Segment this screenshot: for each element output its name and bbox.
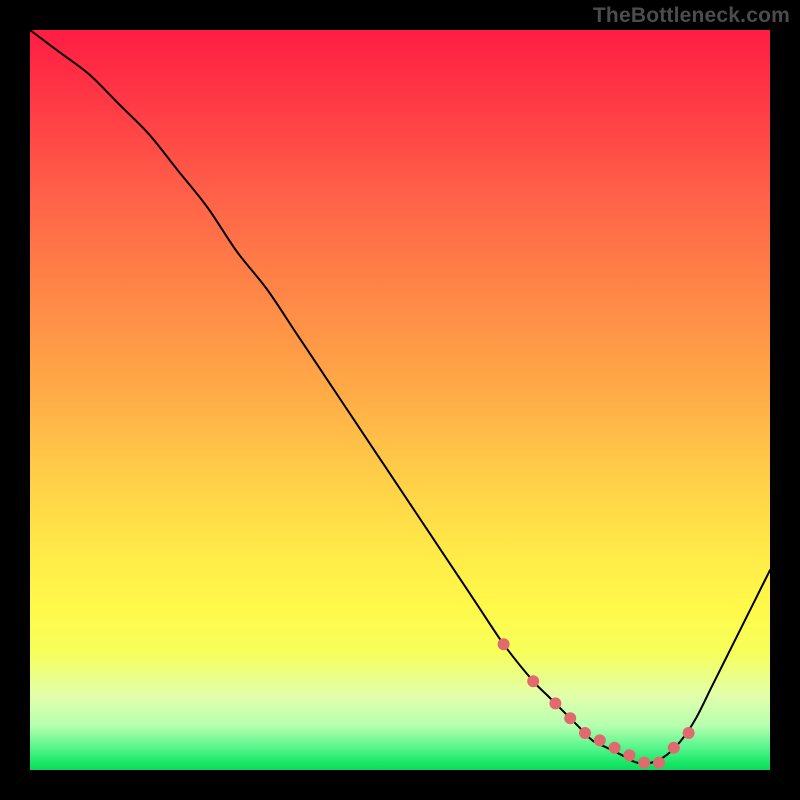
bottleneck-curve (30, 30, 770, 764)
marker-dot (564, 712, 576, 724)
plot-area (30, 30, 770, 770)
marker-dot (527, 675, 539, 687)
marker-dot (668, 742, 680, 754)
marker-dot (683, 727, 695, 739)
marker-dot (549, 697, 561, 709)
marker-dot (498, 638, 510, 650)
marker-dot (609, 742, 621, 754)
marker-dot (579, 727, 591, 739)
marker-cluster (498, 638, 695, 768)
marker-dot (638, 757, 650, 769)
curve-svg (30, 30, 770, 770)
chart-frame: TheBottleneck.com (0, 0, 800, 800)
marker-dot (594, 734, 606, 746)
watermark-text: TheBottleneck.com (593, 4, 790, 28)
marker-dot (623, 749, 635, 761)
marker-dot (653, 757, 665, 769)
